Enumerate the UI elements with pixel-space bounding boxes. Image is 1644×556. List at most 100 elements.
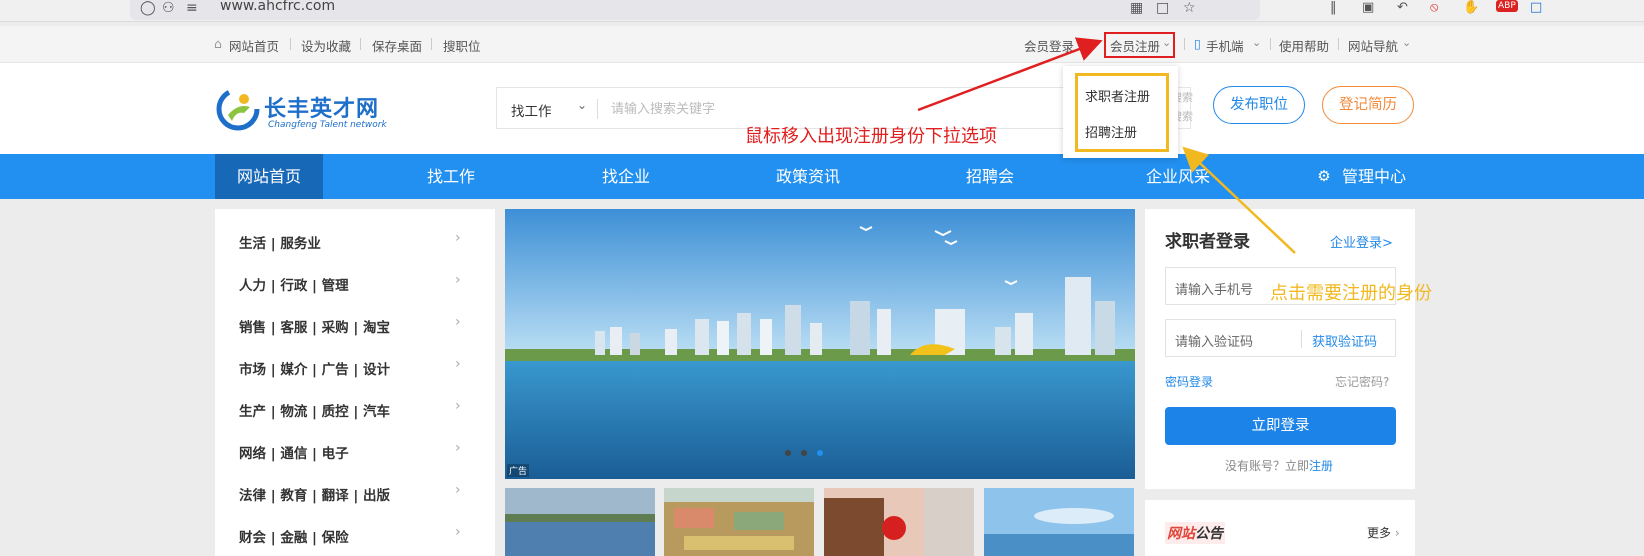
chevron-right-icon: › bbox=[455, 398, 461, 414]
recruiter-register-item[interactable]: 招聘注册 bbox=[1085, 122, 1137, 141]
notice-panel: 网站公告 更多 › bbox=[1145, 500, 1415, 556]
chevron-down-icon[interactable]: ⌄ bbox=[577, 98, 587, 112]
password-login-link[interactable]: 密码登录 bbox=[1165, 373, 1213, 390]
main-nav: 网站首页 找工作 找企业 政策资讯 招聘会 企业风采 ⚙ 管理中心 bbox=[0, 154, 1644, 199]
chevron-right-icon: › bbox=[455, 272, 461, 288]
mobile-icon: ▯ bbox=[1194, 36, 1201, 51]
divider bbox=[1270, 38, 1271, 50]
register-resume-button[interactable]: 登记简历 bbox=[1322, 86, 1414, 124]
post-job-button[interactable]: 发布职位 bbox=[1213, 86, 1305, 124]
nav-item-admin-center[interactable]: 管理中心 bbox=[1338, 154, 1410, 199]
gear-icon: ⚙ bbox=[1317, 167, 1331, 185]
stop-hand-icon[interactable]: ✋ bbox=[1463, 0, 1479, 15]
chevron-right-icon: › bbox=[455, 230, 461, 246]
chevron-right-icon: › bbox=[455, 356, 461, 372]
library-icon[interactable]: ‖ bbox=[1330, 0, 1337, 15]
category-item[interactable]: 财会 | 金融 | 保险 bbox=[239, 526, 349, 546]
get-code-button[interactable]: 获取验证码 bbox=[1312, 331, 1377, 350]
notice-more-link[interactable]: 更多 › bbox=[1367, 524, 1400, 541]
divider bbox=[1184, 38, 1185, 50]
nav-item-company-showcase[interactable]: 企业风采 bbox=[1128, 154, 1228, 199]
help-link[interactable]: 使用帮助 bbox=[1279, 36, 1329, 55]
category-panel: 生活 | 服务业 › 人力 | 行政 | 管理 › 销售 | 客服 | 采购 |… bbox=[215, 209, 495, 556]
no-account-text: 没有账号？立即注册 bbox=[1225, 457, 1333, 474]
jobseeker-register-item[interactable]: 求职者注册 bbox=[1085, 86, 1150, 105]
search-type-select[interactable]: 找工作 bbox=[511, 100, 552, 120]
category-item[interactable]: 人力 | 行政 | 管理 bbox=[239, 274, 349, 294]
category-item[interactable]: 市场 | 媒介 | 广告 | 设计 bbox=[239, 358, 390, 378]
chevron-right-icon: › bbox=[1394, 526, 1400, 540]
category-item[interactable]: 生活 | 服务业 bbox=[239, 232, 321, 252]
chevron-right-icon: › bbox=[455, 314, 461, 330]
qr-code-icon[interactable]: ▦ bbox=[1130, 0, 1143, 16]
banner-carousel[interactable]: 广告 bbox=[505, 209, 1135, 479]
member-login-link[interactable]: 会员登录 bbox=[1024, 36, 1074, 55]
chevron-down-icon: ⌄ bbox=[1252, 36, 1262, 49]
nav-item-policy-news[interactable]: 政策资讯 bbox=[758, 154, 858, 199]
category-item[interactable]: 生产 | 物流 | 质控 | 汽车 bbox=[239, 400, 390, 420]
annotation-click-text: 点击需要注册的身份 bbox=[1270, 283, 1432, 304]
nav-item-job-fair[interactable]: 招聘会 bbox=[944, 154, 1036, 199]
logo-subtitle: Changfeng Talent network bbox=[268, 120, 387, 130]
code-field[interactable]: 请输入验证码 获取验证码 bbox=[1165, 319, 1396, 357]
tracking-icon[interactable]: ⚇ bbox=[162, 0, 175, 16]
site-nav-link[interactable]: 网站导航 bbox=[1348, 36, 1398, 55]
thumbnail-image[interactable] bbox=[984, 488, 1134, 556]
browser-toolbar: ◯ ⚇ ≡ www.ahcfrc.com ▦ □ ☆ ‖ ▣ ↶ ⦸ ✋ ABP… bbox=[0, 0, 1644, 22]
save-desktop-link[interactable]: 保存桌面 bbox=[372, 36, 422, 55]
register-link[interactable]: 注册 bbox=[1309, 459, 1333, 473]
ad-label: 广告 bbox=[507, 464, 530, 477]
chevron-right-icon: › bbox=[455, 440, 461, 456]
category-item[interactable]: 销售 | 客服 | 采购 | 淘宝 bbox=[239, 316, 390, 336]
nav-item-home[interactable]: 网站首页 bbox=[215, 154, 323, 199]
more-label: 更多 bbox=[1367, 526, 1392, 540]
chevron-right-icon: › bbox=[455, 524, 461, 540]
divider bbox=[290, 38, 291, 50]
adblock-icon[interactable]: ABP bbox=[1496, 0, 1518, 12]
thumbnail-image[interactable] bbox=[824, 488, 974, 556]
thumbnail-image[interactable] bbox=[664, 488, 814, 556]
login-title: 求职者登录 bbox=[1165, 232, 1250, 252]
permissions-icon[interactable]: ≡ bbox=[186, 0, 198, 16]
mobile-link[interactable]: 手机端 bbox=[1206, 36, 1244, 55]
url-text[interactable]: www.ahcfrc.com bbox=[220, 0, 335, 14]
favorite-link[interactable]: 设为收藏 bbox=[301, 36, 351, 55]
chevron-right-icon: › bbox=[455, 482, 461, 498]
divider bbox=[431, 38, 432, 50]
translate-icon[interactable]: □ bbox=[1156, 0, 1169, 16]
nav-item-find-company[interactable]: 找企业 bbox=[580, 154, 672, 199]
divider bbox=[360, 38, 361, 50]
back-arrow-icon[interactable]: ↶ bbox=[1397, 0, 1408, 15]
code-placeholder: 请输入验证码 bbox=[1175, 335, 1254, 350]
bookmark-star-icon[interactable]: ☆ bbox=[1183, 0, 1196, 16]
thumbnail-image[interactable] bbox=[505, 488, 655, 556]
notice-title-b: 公告 bbox=[1195, 526, 1223, 542]
category-item[interactable]: 法律 | 教育 | 翻译 | 出版 bbox=[239, 484, 390, 504]
jobseeker-login-panel: 求职者登录 企业登录> 请输入手机号 请输入验证码 获取验证码 密码登录 忘记密… bbox=[1145, 209, 1415, 489]
notice-title-a: 网站 bbox=[1167, 526, 1195, 542]
crop-icon[interactable]: ▣ bbox=[1362, 0, 1374, 15]
logo-icon[interactable] bbox=[214, 85, 262, 133]
shield-icon[interactable]: ◯ bbox=[140, 0, 156, 16]
forgot-password-link[interactable]: 忘记密码? bbox=[1335, 373, 1389, 390]
banner-image bbox=[505, 209, 1135, 479]
divider bbox=[597, 99, 598, 119]
login-button[interactable]: 立即登录 bbox=[1165, 407, 1396, 445]
enterprise-login-link[interactable]: 企业登录> bbox=[1330, 232, 1393, 251]
search-jobs-link[interactable]: 搜职位 bbox=[443, 36, 481, 55]
top-bar: ⌂ 网站首页 设为收藏 保存桌面 搜职位 会员登录 会员注册 ⌄ ▯ 手机端 ⌄… bbox=[0, 26, 1644, 63]
phone-placeholder: 请输入手机号 bbox=[1175, 283, 1254, 298]
divider bbox=[1338, 38, 1339, 50]
nav-item-find-job[interactable]: 找工作 bbox=[405, 154, 497, 199]
translate-extension-icon[interactable]: □ bbox=[1530, 0, 1542, 15]
annotation-hover-text: 鼠标移入出现注册身份下拉选项 bbox=[745, 126, 997, 147]
top-home-link[interactable]: 网站首页 bbox=[229, 36, 279, 55]
home-icon: ⌂ bbox=[214, 36, 222, 51]
block-icon[interactable]: ⦸ bbox=[1430, 0, 1438, 15]
divider bbox=[1301, 330, 1302, 348]
chevron-down-icon: ⌄ bbox=[1402, 36, 1412, 49]
category-item[interactable]: 网络 | 通信 | 电子 bbox=[239, 442, 349, 462]
register-highlight-box bbox=[1104, 32, 1175, 58]
search-input[interactable] bbox=[611, 97, 1011, 121]
logo-text[interactable]: 长丰英才网 bbox=[264, 91, 379, 123]
